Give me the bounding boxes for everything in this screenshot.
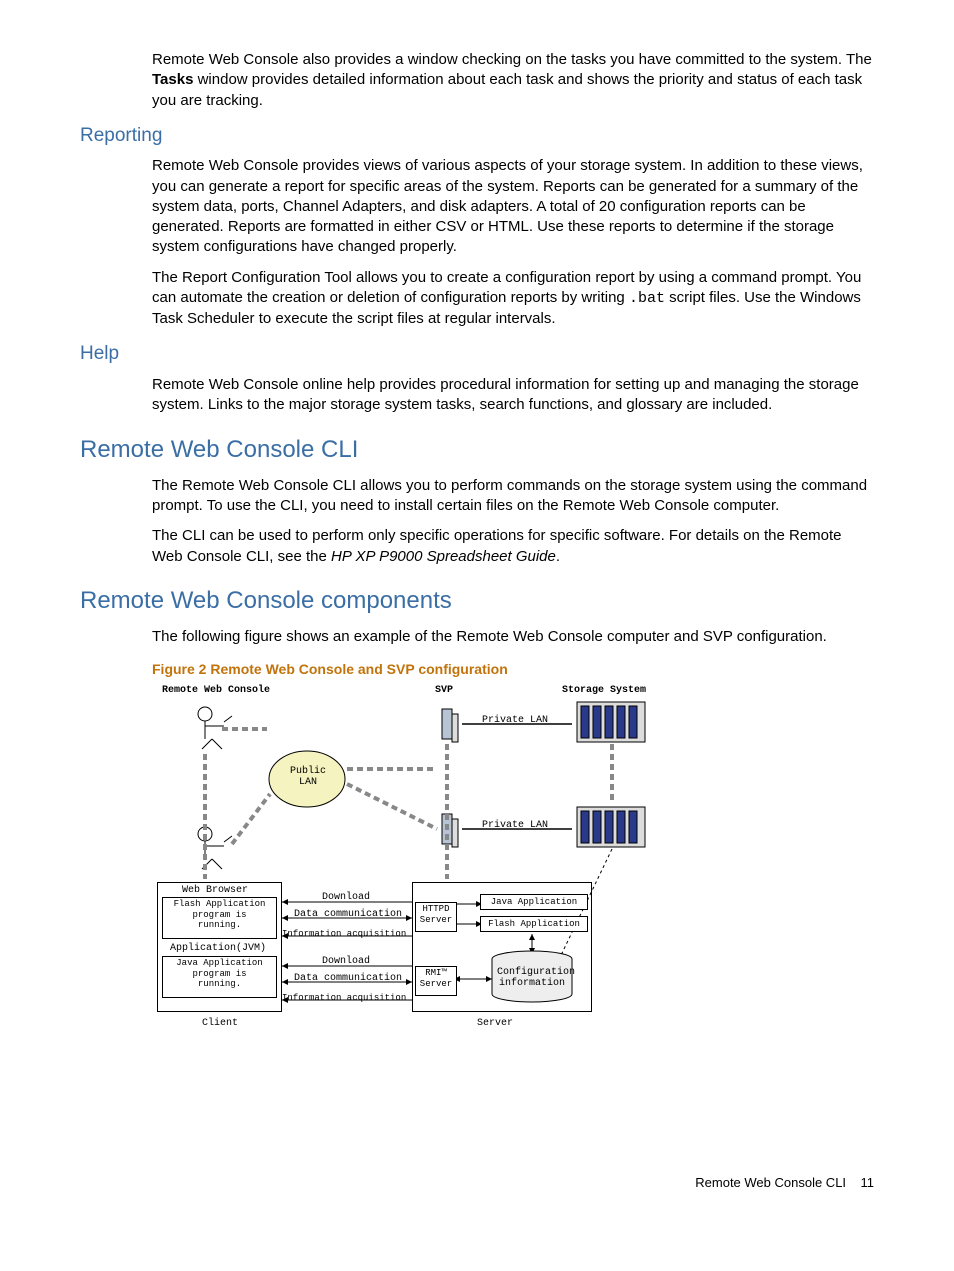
cli-heading: Remote Web Console CLI bbox=[80, 434, 874, 466]
private-lan-2: Private LAN bbox=[482, 819, 548, 833]
page-footer: Remote Web Console CLI 11 bbox=[80, 1174, 874, 1192]
java-app-server-box: Java Application bbox=[480, 894, 588, 910]
infoacq-1: Information acquisition bbox=[282, 928, 406, 940]
spreadsheet-guide: HP XP P9000 Spreadsheet Guide bbox=[331, 548, 556, 565]
server-label: Server bbox=[477, 1017, 513, 1031]
download-1: Download bbox=[322, 891, 370, 905]
intro-text-a: Remote Web Console also provides a windo… bbox=[152, 51, 872, 68]
download-2: Download bbox=[322, 955, 370, 969]
help-heading: Help bbox=[80, 341, 874, 367]
infoacq-2: Information acquisition bbox=[282, 992, 406, 1004]
diagram: Remote Web Console SVP Storage System Pu… bbox=[152, 684, 682, 1054]
svp-label: SVP bbox=[435, 684, 453, 698]
storage-label: Storage System bbox=[562, 684, 646, 698]
datacomm-1: Data communication bbox=[294, 908, 402, 922]
config-info-label: Configurationinformation bbox=[497, 967, 567, 989]
reporting-p1: Remote Web Console provides views of var… bbox=[152, 156, 874, 257]
flash-app-server-box: Flash Application bbox=[480, 916, 588, 932]
help-p1: Remote Web Console online help provides … bbox=[152, 375, 874, 416]
datacomm-2: Data communication bbox=[294, 972, 402, 986]
footer-page: 11 bbox=[861, 1175, 875, 1190]
cli-p2: The CLI can be used to perform only spec… bbox=[152, 526, 874, 567]
flash-app-box: Flash Applicationprogram isrunning. bbox=[162, 897, 277, 939]
public-lan-label: PublicLAN bbox=[288, 766, 328, 788]
cli-p1: The Remote Web Console CLI allows you to… bbox=[152, 476, 874, 517]
reporting-heading: Reporting bbox=[80, 123, 874, 149]
web-browser-label: Web Browser bbox=[182, 884, 248, 898]
app-jvm-label: Application(JVM) bbox=[170, 942, 266, 956]
client-label: Client bbox=[202, 1017, 238, 1031]
intro-text-c: window provides detailed information abo… bbox=[152, 71, 862, 108]
intro-paragraph: Remote Web Console also provides a windo… bbox=[152, 50, 874, 111]
figure-caption: Figure 2 Remote Web Console and SVP conf… bbox=[152, 660, 874, 679]
components-heading: Remote Web Console components bbox=[80, 585, 874, 617]
java-app-box: Java Applicationprogram isrunning. bbox=[162, 956, 277, 998]
components-p1: The following figure shows an example of… bbox=[152, 627, 874, 647]
rmi-box: RMI™Server bbox=[415, 966, 457, 996]
footer-text: Remote Web Console CLI bbox=[695, 1175, 846, 1190]
cli-p2c: . bbox=[556, 548, 560, 565]
tasks-bold: Tasks bbox=[152, 71, 193, 88]
reporting-p2: The Report Configuration Tool allows you… bbox=[152, 268, 874, 330]
rwc-label: Remote Web Console bbox=[162, 684, 270, 698]
httpd-box: HTTPDServer bbox=[415, 902, 457, 932]
bat-code: .bat bbox=[629, 290, 665, 307]
private-lan-1: Private LAN bbox=[482, 714, 548, 728]
